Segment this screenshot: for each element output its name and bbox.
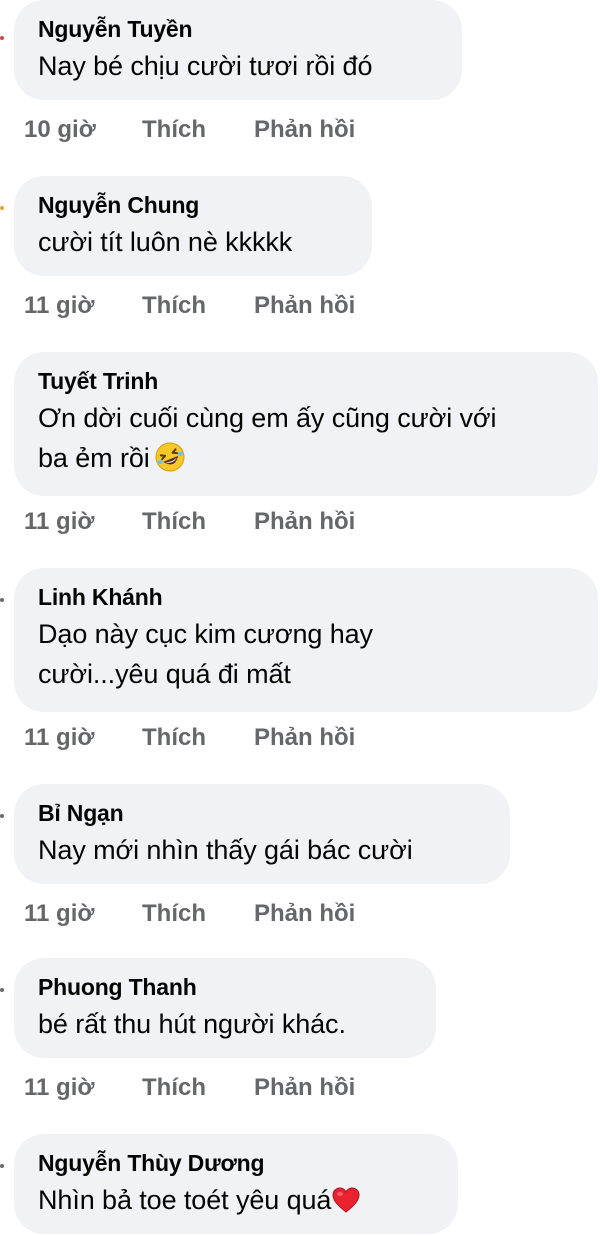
reply-button[interactable]: Phản hồi (254, 724, 355, 752)
comment-text: Ơn dời cuối cùng em ấy cũng cười với ba … (38, 398, 572, 484)
comment-text: bé rất thu hút người khác. (38, 1009, 346, 1039)
comment-bubble: Bỉ Ngạn Nay mới nhìn thấy gái bác cười (14, 784, 510, 884)
reply-button[interactable]: Phản hồi (254, 508, 355, 536)
comment: Tuyết Trinh Ơn dời cuối cùng em ấy cũng … (14, 352, 598, 496)
comment-actions: 11 giờ Thích Phản hồi (24, 724, 355, 752)
comment-author[interactable]: Tuyết Trinh (38, 366, 572, 396)
comment: Nguyễn Thùy Dương Nhìn bả toe toét yêu q… (14, 1134, 458, 1234)
comment-timestamp[interactable]: 11 giờ (24, 508, 142, 536)
comment-text-fragment: ba ẻm rồi (38, 443, 150, 473)
comment-bubble: Nguyễn Tuyền Nay bé chịu cười tươi rồi đ… (14, 0, 462, 100)
like-button[interactable]: Thích (142, 724, 254, 752)
like-button[interactable]: Thích (142, 116, 254, 144)
comment-author[interactable]: Nguyễn Tuyền (38, 14, 436, 44)
avatar-edge (0, 988, 4, 992)
avatar-edge (0, 814, 4, 818)
like-button[interactable]: Thích (142, 1074, 254, 1102)
comment-text-line: Dạo này cục kim cương hay (38, 619, 373, 649)
avatar-edge (0, 1164, 4, 1168)
comment-timestamp[interactable]: 11 giờ (24, 900, 142, 928)
like-button[interactable]: Thích (142, 292, 254, 320)
comment-actions: 10 giờ Thích Phản hồi (24, 116, 355, 144)
red-heart-emoji (331, 1185, 361, 1225)
comment-text-line: ba ẻm rồi (38, 438, 572, 484)
comment-author[interactable]: Nguyễn Thùy Dương (38, 1148, 432, 1178)
comment: Bỉ Ngạn Nay mới nhìn thấy gái bác cười (14, 784, 510, 884)
comment-timestamp[interactable]: 10 giờ (24, 116, 142, 144)
comment-text: Nay bé chịu cười tươi rồi đó (38, 51, 373, 81)
avatar-edge (0, 36, 4, 40)
avatar-edge (0, 206, 4, 210)
comment-timestamp[interactable]: 11 giờ (24, 292, 142, 320)
avatar-edge (0, 598, 4, 602)
comment-bubble: Nguyễn Thùy Dương Nhìn bả toe toét yêu q… (14, 1134, 458, 1234)
comment-bubble: Phuong Thanh bé rất thu hút người khác. (14, 958, 436, 1058)
rolling-on-floor-laughing-emoji (154, 441, 186, 484)
comment: Linh Khánh Dạo này cục kim cương hay cườ… (14, 568, 598, 712)
comment: Nguyễn Tuyền Nay bé chịu cười tươi rồi đ… (14, 0, 462, 100)
comment-author[interactable]: Bỉ Ngạn (38, 798, 484, 828)
comment-text-fragment: Nhìn bả toe toét yêu quá (38, 1185, 332, 1215)
comment-actions: 11 giờ Thích Phản hồi (24, 900, 355, 928)
reply-button[interactable]: Phản hồi (254, 116, 355, 144)
comment-bubble: Tuyết Trinh Ơn dời cuối cùng em ấy cũng … (14, 352, 598, 496)
comment-author[interactable]: Nguyễn Chung (38, 190, 346, 220)
comment-actions: 11 giờ Thích Phản hồi (24, 1074, 355, 1102)
like-button[interactable]: Thích (142, 508, 254, 536)
comment-timestamp[interactable]: 11 giờ (24, 724, 142, 752)
comment-bubble: Nguyễn Chung cười tít luôn nè kkkkk (14, 176, 372, 276)
comment-text: cười tít luôn nè kkkkk (38, 227, 293, 257)
comment-author[interactable]: Phuong Thanh (38, 972, 410, 1002)
reply-button[interactable]: Phản hồi (254, 292, 355, 320)
comment-text-line: cười...yêu quá đi mất (38, 659, 291, 689)
reply-button[interactable]: Phản hồi (254, 900, 355, 928)
comment-timestamp[interactable]: 11 giờ (24, 1074, 142, 1102)
comment-text: Nhìn bả toe toét yêu quá (38, 1180, 432, 1225)
comment-text: Nay mới nhìn thấy gái bác cười (38, 835, 413, 865)
comment-actions: 11 giờ Thích Phản hồi (24, 508, 355, 536)
like-button[interactable]: Thích (142, 900, 254, 928)
reply-button[interactable]: Phản hồi (254, 1074, 355, 1102)
comment-author[interactable]: Linh Khánh (38, 582, 572, 612)
comment: Phuong Thanh bé rất thu hút người khác. (14, 958, 436, 1058)
comment-actions: 11 giờ Thích Phản hồi (24, 292, 355, 320)
comment-text: Dạo này cục kim cương hay cười...yêu quá… (38, 614, 572, 694)
comment-bubble: Linh Khánh Dạo này cục kim cương hay cườ… (14, 568, 598, 712)
comment: Nguyễn Chung cười tít luôn nè kkkkk (14, 176, 372, 276)
comment-text-line: Ơn dời cuối cùng em ấy cũng cười với (38, 403, 497, 433)
